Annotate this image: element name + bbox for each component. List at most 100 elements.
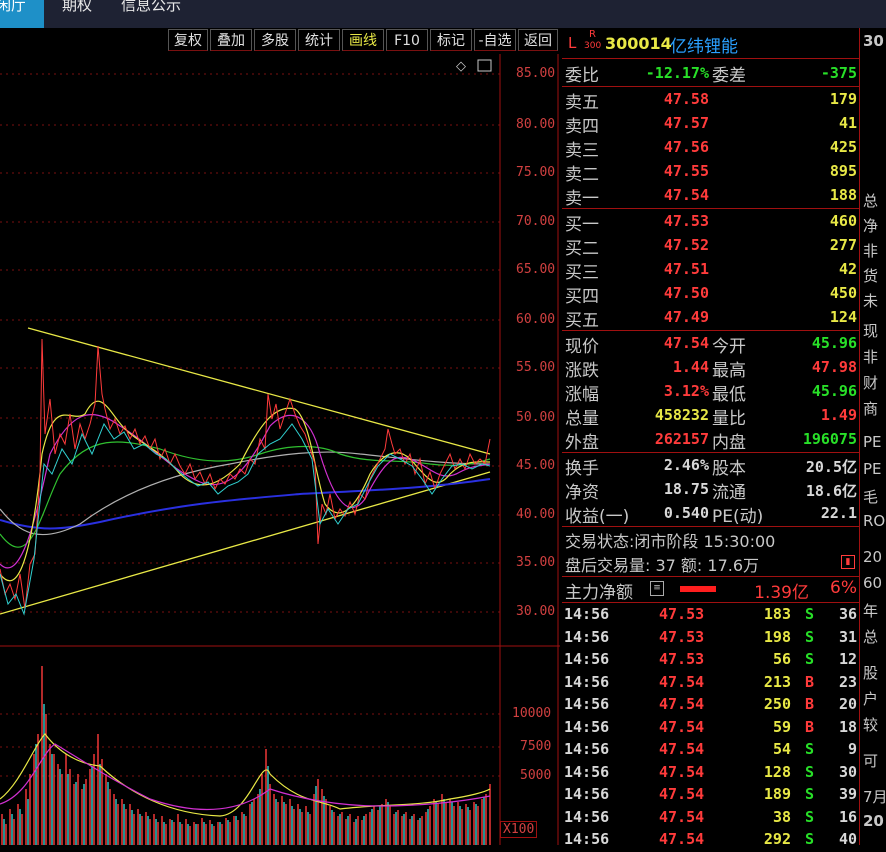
stat-label: 现价 — [565, 337, 599, 357]
flow-menu-icon[interactable]: ≡ — [650, 581, 664, 596]
stock-name: 亿纬锂能 — [670, 37, 738, 57]
f10-text: 非 — [863, 348, 879, 366]
price-candles-down — [0, 422, 491, 616]
f10-text: 未 — [863, 292, 879, 310]
quote-panel: L R 300 300014 亿纬锂能 委比 -12.17% 委差 -375 卖… — [562, 28, 859, 848]
toolbar-button-stats[interactable]: 统计 — [298, 29, 340, 51]
separator — [562, 208, 859, 209]
weicha-value: -375 — [820, 64, 857, 82]
diamond-icon[interactable]: ◇ — [456, 59, 466, 74]
weibi-label: 委比 — [565, 66, 599, 86]
toolbar-button-overlay[interactable]: 叠加 — [210, 29, 252, 51]
tick-side: S — [805, 605, 815, 623]
chart-toggle-icon[interactable]: ▮ — [841, 555, 855, 569]
tab-hall[interactable]: 闲厅 — [0, 0, 44, 28]
fund-label: 收益(一) — [565, 507, 630, 527]
separator — [562, 330, 859, 331]
stat-value: 45.96 — [811, 382, 857, 400]
tick-time: 14:56 — [564, 808, 610, 826]
tick-time: 14:56 — [564, 740, 610, 758]
stat-value: 458232 — [654, 406, 709, 424]
bid-label: 买一 — [565, 215, 599, 235]
weibi-row: 委比 -12.17% 委差 -375 — [562, 61, 859, 86]
f10-text: 股 — [863, 664, 879, 682]
tick-time: 14:56 — [564, 830, 610, 848]
toolbar-button-mark[interactable]: 标记 — [430, 29, 472, 51]
tick-row: 14:56 47.53 183 S 36 — [562, 605, 859, 627]
volume-tick-label: 10000 — [512, 706, 552, 721]
separator — [562, 452, 859, 453]
tick-side: S — [805, 628, 815, 646]
tick-count: 9 — [847, 740, 857, 758]
tick-price: 47.54 — [659, 808, 705, 826]
price-tick-label: 65.00 — [516, 262, 556, 277]
top-tab-bar: 闲厅 期权 信息公示 — [0, 0, 886, 28]
stat-value: 262157 — [654, 430, 709, 448]
tick-count: 16 — [838, 808, 857, 826]
price-tick-label: 85.00 — [516, 66, 556, 81]
tick-volume: 54 — [772, 740, 791, 758]
kline-svg: ◇ — [0, 54, 560, 845]
tick-row: 14:56 47.54 54 S 9 — [562, 740, 859, 762]
window-toggle-icon[interactable] — [477, 59, 492, 72]
volume-unit-label[interactable]: X100 — [500, 821, 538, 838]
f10-text: 总 — [863, 192, 879, 210]
tick-price: 47.54 — [659, 740, 705, 758]
tick-time: 14:56 — [564, 695, 610, 713]
f10-text: 30 — [863, 32, 884, 50]
volume-bars — [0, 666, 491, 845]
f10-text: 净 — [863, 217, 879, 235]
f10-text: 60 — [863, 574, 883, 592]
tick-count: 18 — [838, 718, 857, 736]
toolbar-button-remove-watchlist[interactable]: -自选 — [474, 29, 516, 51]
bid-row: 买四 47.50 450 — [562, 282, 859, 307]
tick-count: 12 — [838, 650, 857, 668]
f10-side-panel[interactable]: 30 总 净 非 货 未 现 非 财 商 PE PE 毛 RO 20 60 年 … — [860, 28, 886, 845]
bid-price: 47.50 — [663, 284, 709, 302]
tick-row: 14:56 47.54 292 S 40 — [562, 830, 859, 852]
f10-text: 总 — [863, 628, 879, 646]
bid-volume: 460 — [829, 212, 857, 230]
price-tick-label: 45.00 — [516, 458, 556, 473]
trade-status: 交易状态:闭市阶段 15:30:00 — [562, 528, 859, 552]
separator — [562, 86, 859, 87]
bid-row: 买一 47.53 460 — [562, 210, 859, 235]
tick-side: S — [805, 830, 815, 848]
tick-price: 47.54 — [659, 785, 705, 803]
price-tick-label: 70.00 — [516, 214, 556, 229]
tick-count: 23 — [838, 673, 857, 691]
tick-side: S — [805, 808, 815, 826]
toolbar-button-f10[interactable]: F10 — [386, 29, 428, 51]
toolbar-button-restore-rights[interactable]: 复权 — [168, 29, 208, 51]
f10-text: 7月 — [863, 788, 886, 806]
tick-row: 14:56 47.53 198 S 31 — [562, 628, 859, 650]
stat-value: 196075 — [802, 430, 857, 448]
bid-volume: 277 — [829, 236, 857, 254]
fund-label: PE(动) — [712, 507, 764, 527]
tick-time: 14:56 — [564, 718, 610, 736]
toolbar-button-multi-stock[interactable]: 多股 — [254, 29, 296, 51]
fund-row: 换手 2.46% 股本 20.5亿 — [562, 454, 859, 479]
stat-value: 45.96 — [811, 334, 857, 352]
toolbar-button-draw-line[interactable]: 画线 — [342, 29, 384, 51]
tab-options[interactable]: 期权 — [62, 0, 102, 28]
fund-row: 净资 18.75 流通 18.6亿 — [562, 478, 859, 503]
tick-volume: 213 — [763, 673, 791, 691]
separator — [562, 602, 859, 603]
main-flow-bar — [680, 586, 716, 592]
tick-price: 47.53 — [659, 628, 705, 646]
toolbar-button-back[interactable]: 返回 — [518, 29, 558, 51]
ask-price: 47.54 — [663, 186, 709, 204]
tick-side: S — [805, 763, 815, 781]
main-flow-value: 1.39亿 — [754, 583, 809, 603]
tick-row: 14:56 47.54 213 B 23 — [562, 673, 859, 695]
tick-count: 36 — [838, 605, 857, 623]
tick-time: 14:56 — [564, 785, 610, 803]
tab-disclosure[interactable]: 信息公示 — [121, 0, 191, 28]
separator — [562, 58, 859, 59]
tick-price: 47.53 — [659, 650, 705, 668]
stat-label: 涨跌 — [565, 361, 599, 381]
ask-price: 47.57 — [663, 114, 709, 132]
stat-label: 量比 — [712, 409, 746, 429]
price-candles — [0, 338, 491, 610]
